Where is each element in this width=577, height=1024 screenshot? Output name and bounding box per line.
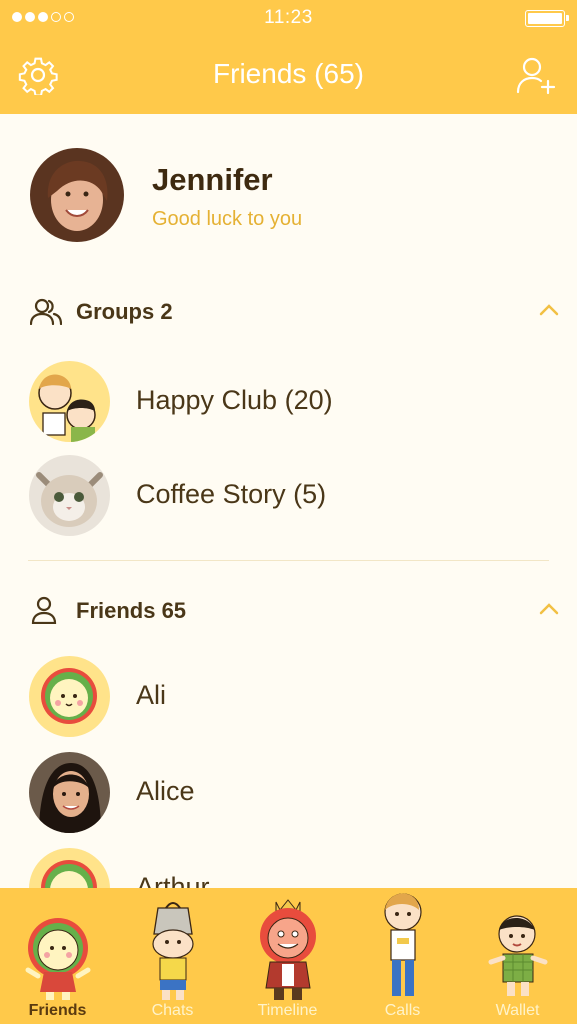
tab-chats[interactable]: Chats: [115, 888, 230, 1024]
tab-calls[interactable]: Calls: [345, 888, 460, 1024]
friends-section-label: Friends 65: [76, 598, 187, 623]
tab-friends[interactable]: Friends: [0, 888, 115, 1024]
group-avatar: [29, 455, 110, 536]
tab-timeline[interactable]: Timeline: [230, 888, 345, 1024]
tab-wallet[interactable]: Wallet: [460, 888, 575, 1024]
group-name: Happy Club (20): [136, 385, 333, 415]
friend-name: Alice: [136, 776, 195, 806]
avatar: [30, 148, 124, 242]
tab-label: Wallet: [495, 1002, 540, 1019]
list-item[interactable]: Ali: [0, 650, 577, 740]
chevron-up-icon[interactable]: [539, 303, 559, 317]
status-bar: 11:23: [0, 0, 577, 36]
list-item[interactable]: Alice: [0, 746, 577, 836]
page-title: Friends (65): [213, 58, 364, 89]
group-avatar: [29, 361, 110, 442]
timeline-tab-character-icon: [259, 899, 316, 1000]
friend-name: Ali: [136, 680, 167, 710]
groups-section-header[interactable]: Groups 2: [0, 291, 577, 331]
list-item[interactable]: Coffee Story (5): [0, 449, 577, 539]
tab-label: Friends: [28, 1002, 87, 1019]
tab-label: Calls: [384, 1002, 421, 1019]
calls-tab-character-icon: [383, 893, 422, 996]
profile-status-message: Good luck to you: [152, 208, 303, 230]
list-item[interactable]: Happy Club (20): [0, 355, 577, 445]
section-divider: [28, 560, 549, 561]
chats-tab-character-icon: [151, 902, 194, 1000]
battery-icon: [525, 10, 569, 27]
group-name: Coffee Story (5): [136, 479, 327, 509]
my-profile[interactable]: Jennifer Good luck to you: [0, 114, 577, 274]
friend-icon: [31, 596, 57, 624]
tab-bar: Friends Chats Timeline Calls Wallet: [0, 888, 577, 1024]
friend-avatar: [29, 752, 110, 833]
friends-tab-character-icon: [25, 918, 90, 1000]
profile-name: Jennifer: [152, 162, 273, 197]
tab-label: Timeline: [257, 1002, 318, 1019]
add-user-icon: [516, 57, 556, 95]
tab-label: Chats: [151, 1002, 194, 1019]
wallet-tab-character-icon: [488, 915, 547, 996]
app-header: 11:23 Friends (65): [0, 0, 577, 114]
chevron-up-icon[interactable]: [539, 602, 559, 616]
friends-section-header[interactable]: Friends 65: [0, 590, 577, 630]
friend-avatar: [29, 656, 110, 737]
status-time: 11:23: [264, 7, 313, 28]
groups-icon: [30, 298, 62, 325]
add-friend-button[interactable]: [515, 55, 559, 95]
groups-section-label: Groups 2: [76, 299, 173, 324]
